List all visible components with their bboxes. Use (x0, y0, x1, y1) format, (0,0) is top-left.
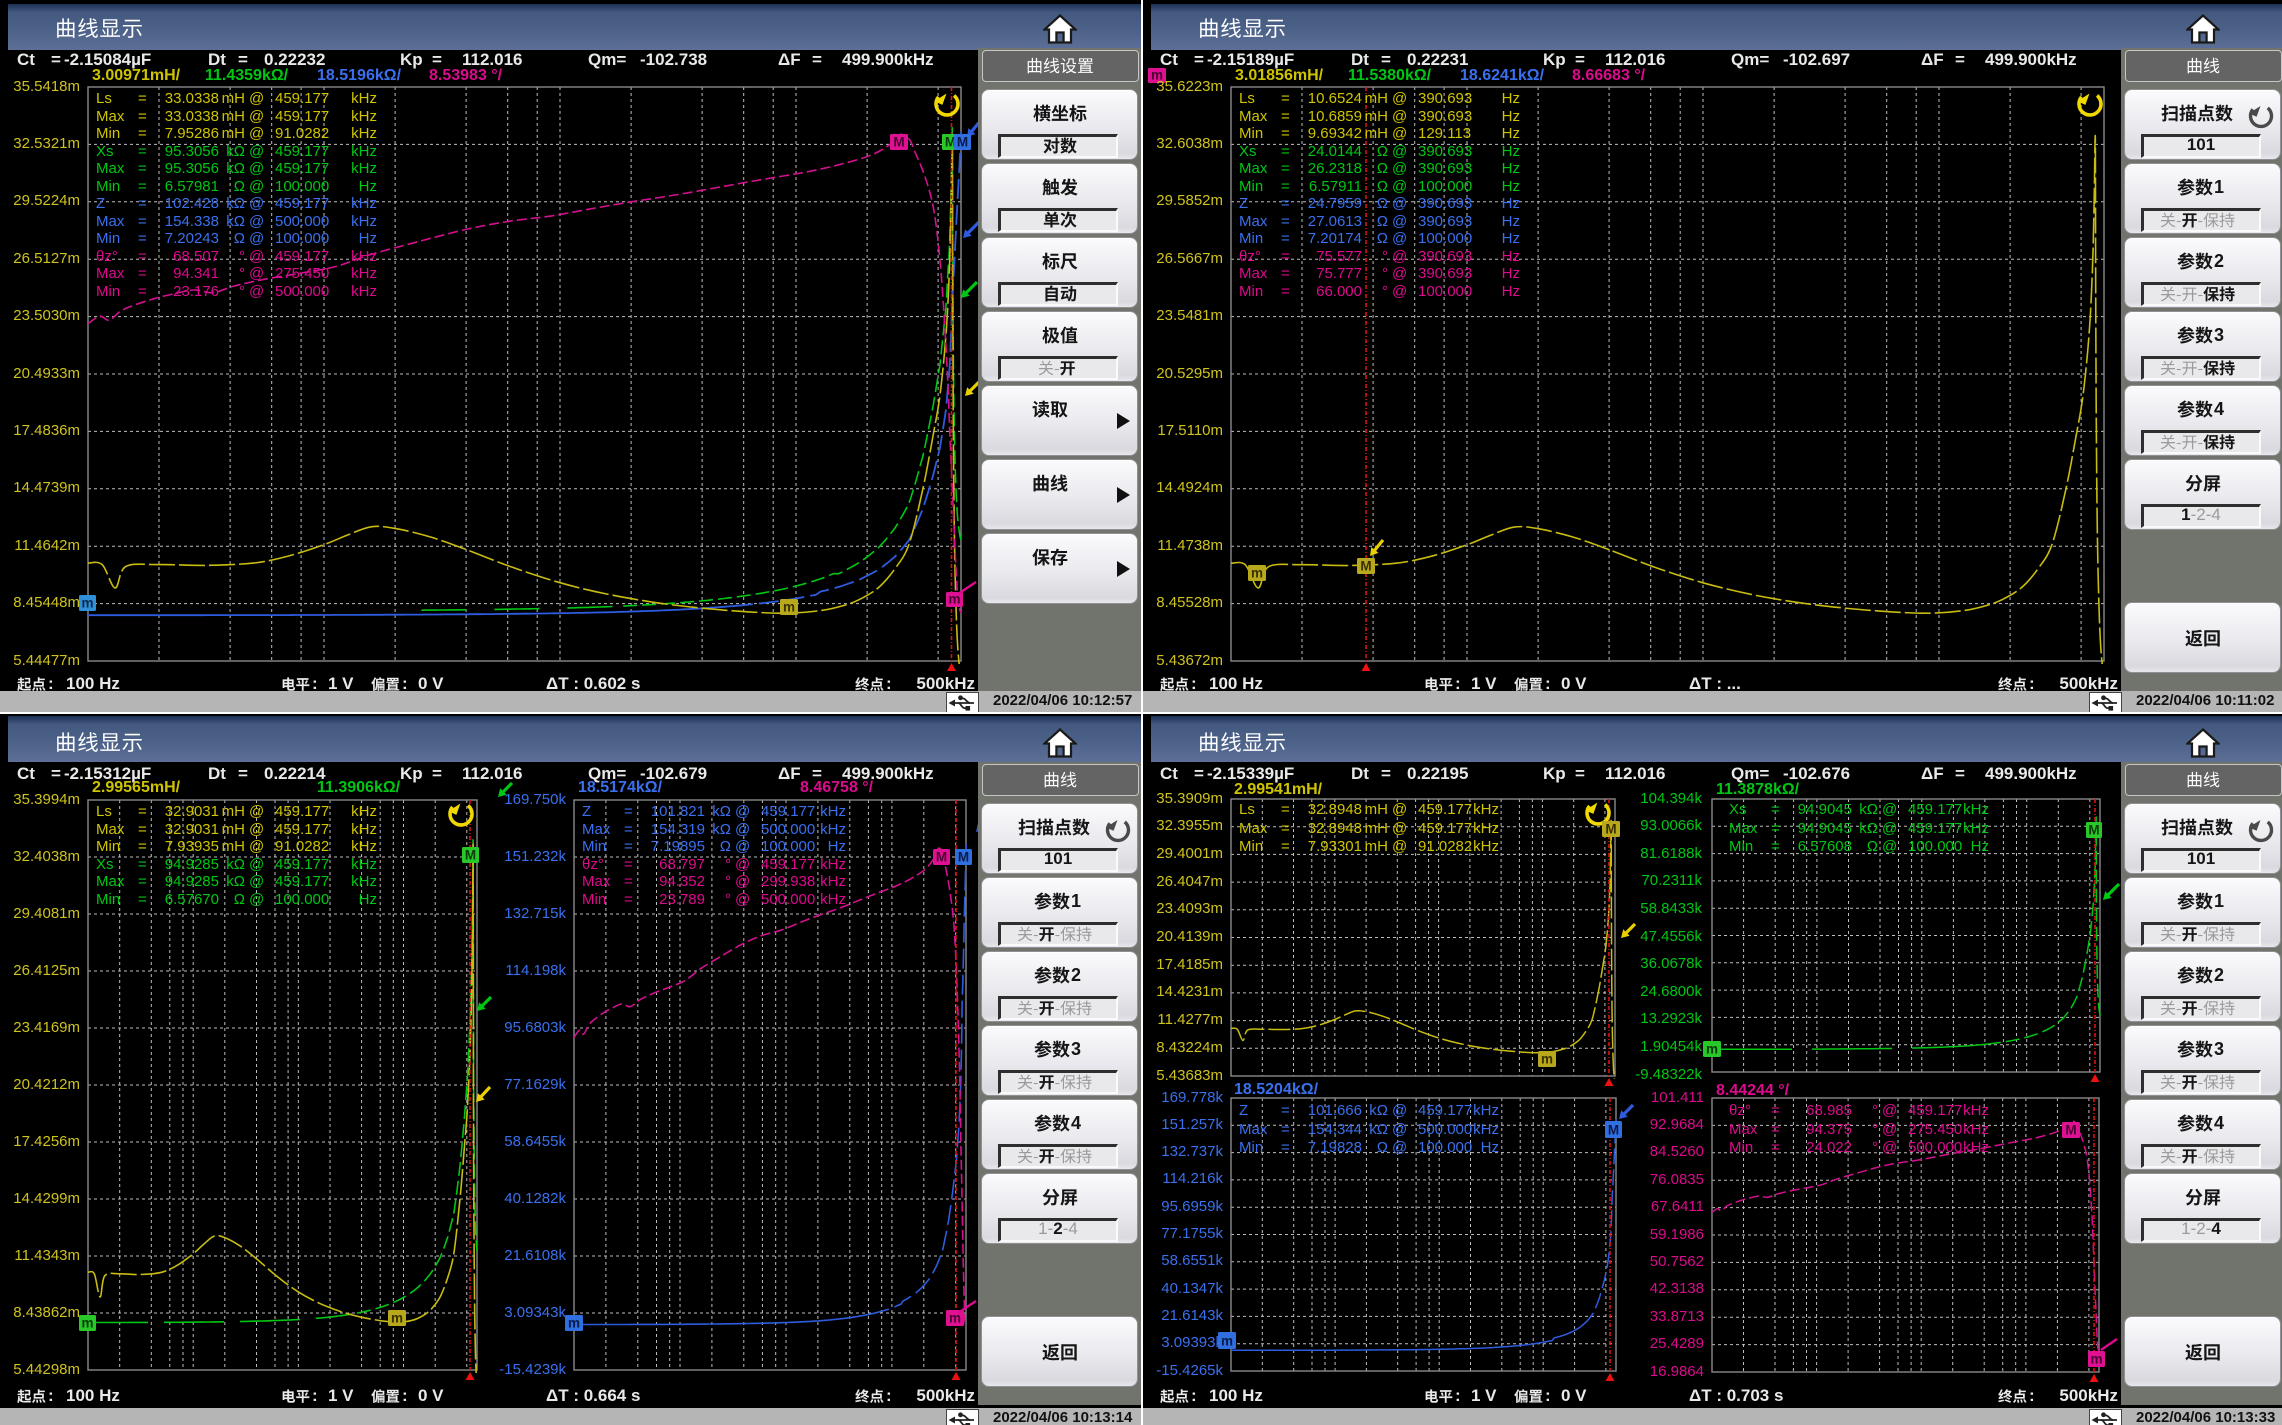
svg-text:m: m (2090, 1352, 2102, 1367)
svg-text:M: M (936, 850, 947, 865)
svg-text:M: M (958, 850, 969, 865)
svg-text:M: M (2065, 1123, 2076, 1138)
svg-text:M: M (1360, 559, 1371, 574)
svg-text:m: m (81, 596, 93, 611)
svg-text:m: m (568, 1316, 580, 1331)
svg-text:M: M (957, 135, 968, 150)
svg-text:m: m (783, 600, 795, 615)
svg-text:M: M (893, 135, 904, 150)
svg-text:m: m (1251, 566, 1263, 581)
